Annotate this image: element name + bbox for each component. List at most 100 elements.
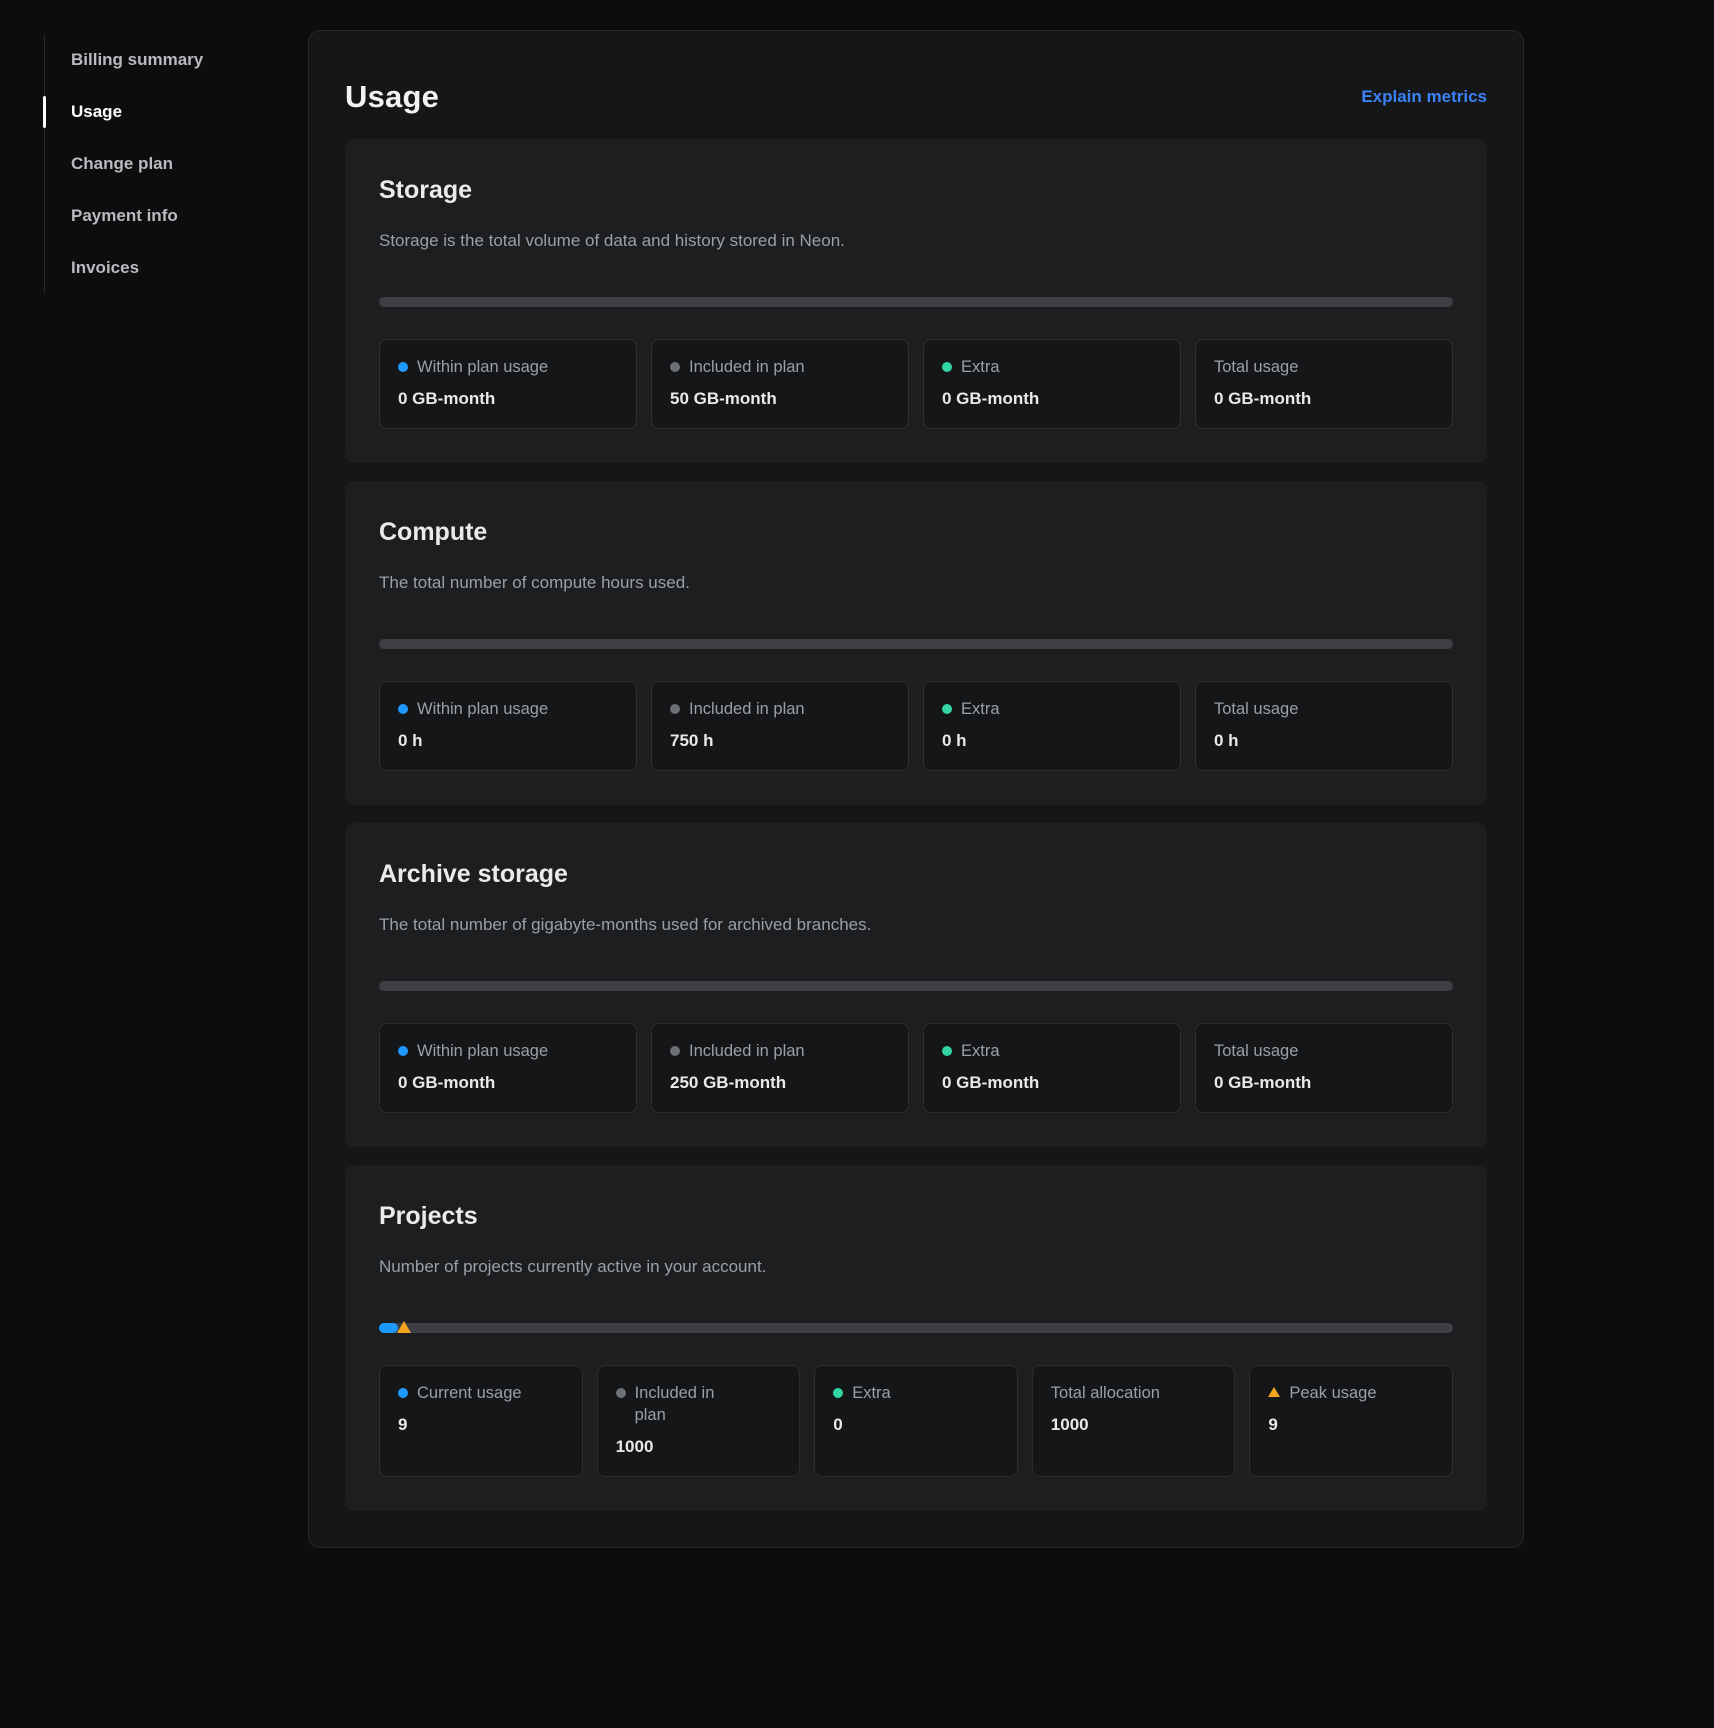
- stat-label-text: Included in plan: [689, 1040, 805, 1062]
- stat-value: 0 h: [398, 730, 618, 752]
- stat-included-in-plan: Included in plan 250 GB-month: [651, 1023, 909, 1113]
- stat-value: 0 GB-month: [1214, 1072, 1434, 1094]
- stat-value: 0 h: [942, 730, 1162, 752]
- stat-peak-usage: Peak usage9: [1249, 1365, 1453, 1477]
- usage-card-storage: Storage Storage is the total volume of da…: [345, 139, 1487, 463]
- sidebar-item-usage[interactable]: Usage: [45, 86, 284, 138]
- stat-value: 250 GB-month: [670, 1072, 890, 1094]
- stat-label-text: Current usage: [417, 1382, 522, 1404]
- stat-label-text: Extra: [961, 1040, 1000, 1062]
- stat-value: 9: [398, 1414, 564, 1436]
- green-dot-icon: [942, 362, 952, 372]
- stat-label-text: Within plan usage: [417, 1040, 548, 1062]
- stat-included-in-plan: Included in plan 750 h: [651, 681, 909, 771]
- blue-dot-icon: [398, 704, 408, 714]
- usage-panel: Usage Explain metrics Storage Storage is …: [308, 30, 1524, 1548]
- stat-label: Total usage: [1214, 698, 1434, 720]
- green-dot-icon: [942, 704, 952, 714]
- stat-within-plan-usage: Within plan usage 0 GB-month: [379, 1023, 637, 1113]
- stat-label-text: Total usage: [1214, 1040, 1298, 1062]
- explain-metrics-link[interactable]: Explain metrics: [1361, 87, 1487, 107]
- billing-sidebar: Billing summaryUsageChange planPayment i…: [44, 34, 284, 294]
- stat-label-text: Total allocation: [1051, 1382, 1160, 1404]
- gray-dot-icon: [670, 1046, 680, 1056]
- stats-row: Within plan usage 0 GB-month Included in p…: [379, 339, 1453, 429]
- usage-card-projects: ProjectsNumber of projects currently act…: [345, 1165, 1487, 1511]
- stat-extra: Extra 0 h: [923, 681, 1181, 771]
- stat-label: Extra: [942, 698, 1162, 720]
- stat-total-usage: Total usage 0 GB-month: [1195, 1023, 1453, 1113]
- stat-value: 1000: [616, 1436, 782, 1458]
- stat-label: Within plan usage: [398, 698, 618, 720]
- page-title: Usage: [345, 79, 439, 115]
- billing-page: Billing summaryUsageChange planPayment i…: [0, 0, 1714, 1728]
- stat-value: 0 GB-month: [942, 388, 1162, 410]
- gray-dot-icon: [670, 362, 680, 372]
- stat-label: Current usage: [398, 1382, 564, 1404]
- stat-label-text: Within plan usage: [417, 356, 548, 378]
- stat-value: 0 h: [1214, 730, 1434, 752]
- stat-value: 0 GB-month: [398, 1072, 618, 1094]
- stat-label-text: Extra: [961, 698, 1000, 720]
- projects-progress-bar: [379, 1323, 1453, 1333]
- section-description: Storage is the total volume of data and …: [379, 229, 1453, 253]
- stat-label-text: Total usage: [1214, 698, 1298, 720]
- stat-label: Included in plan: [616, 1382, 782, 1426]
- stat-total-usage: Total usage 0 h: [1195, 681, 1453, 771]
- usage-card-archive-storage: Archive storage The total number of gigab…: [345, 823, 1487, 1147]
- stat-total-allocation: Total allocation 1000: [1032, 1365, 1236, 1477]
- green-dot-icon: [942, 1046, 952, 1056]
- stat-extra: Extra 0 GB-month: [923, 339, 1181, 429]
- stats-row: Within plan usage 0 h Included in plan 750 …: [379, 681, 1453, 771]
- stat-within-plan-usage: Within plan usage 0 h: [379, 681, 637, 771]
- usage-card-compute: ComputeThe total number of compute hours…: [345, 481, 1487, 805]
- sidebar-item-invoices[interactable]: Invoices: [45, 242, 284, 294]
- sidebar-item-payment-info[interactable]: Payment info: [45, 190, 284, 242]
- gray-dot-icon: [616, 1388, 626, 1398]
- section-title: Archive storage: [379, 859, 1453, 889]
- sidebar-item-change-plan[interactable]: Change plan: [45, 138, 284, 190]
- stat-label: Total usage: [1214, 1040, 1434, 1062]
- billing-nav-list: Billing summaryUsageChange planPayment i…: [44, 34, 284, 294]
- stat-label-text: Within plan usage: [417, 698, 548, 720]
- blue-dot-icon: [398, 1046, 408, 1056]
- stat-total-usage: Total usage 0 GB-month: [1195, 339, 1453, 429]
- progress-fill: [379, 1323, 398, 1333]
- stat-label: Total usage: [1214, 356, 1434, 378]
- usage-sections-container: Storage Storage is the total volume of da…: [345, 139, 1487, 1511]
- stats-row: Within plan usage 0 GB-month Included in p…: [379, 1023, 1453, 1113]
- stat-label: Peak usage: [1268, 1382, 1434, 1404]
- section-title: Storage: [379, 175, 1453, 205]
- stat-label-text: Included in plan: [689, 356, 805, 378]
- stat-label: Included in plan: [670, 1040, 890, 1062]
- stat-label-text: Total usage: [1214, 356, 1298, 378]
- archive-storage-progress-bar: [379, 981, 1453, 991]
- peak-usage-marker-icon: [397, 1321, 411, 1333]
- gray-dot-icon: [670, 704, 680, 714]
- blue-dot-icon: [398, 362, 408, 372]
- storage-progress-bar: [379, 297, 1453, 307]
- stat-label: Extra: [942, 356, 1162, 378]
- stat-value: 0 GB-month: [398, 388, 618, 410]
- stat-value: 0 GB-month: [1214, 388, 1434, 410]
- stat-label: Extra: [942, 1040, 1162, 1062]
- orange-triangle-icon: [1268, 1387, 1280, 1397]
- usage-panel-header: Usage Explain metrics: [345, 79, 1487, 115]
- section-title: Compute: [379, 517, 1453, 547]
- stat-label-text: Peak usage: [1289, 1382, 1376, 1404]
- stat-label: Extra: [833, 1382, 999, 1404]
- section-description: The total number of gigabyte-months used…: [379, 913, 1453, 937]
- stat-label-text: Extra: [852, 1382, 891, 1404]
- stat-label: Within plan usage: [398, 356, 618, 378]
- stat-value: 750 h: [670, 730, 890, 752]
- stat-included-in-plan: Included in plan 1000: [597, 1365, 801, 1477]
- stat-value: 1000: [1051, 1414, 1217, 1436]
- sidebar-item-billing-summary[interactable]: Billing summary: [45, 34, 284, 86]
- stat-label: Included in plan: [670, 356, 890, 378]
- compute-progress-bar: [379, 639, 1453, 649]
- stat-label: Included in plan: [670, 698, 890, 720]
- stat-label-text: Extra: [961, 356, 1000, 378]
- stat-current-usage: Current usage 9: [379, 1365, 583, 1477]
- stat-label: Within plan usage: [398, 1040, 618, 1062]
- stat-extra: Extra0: [814, 1365, 1018, 1477]
